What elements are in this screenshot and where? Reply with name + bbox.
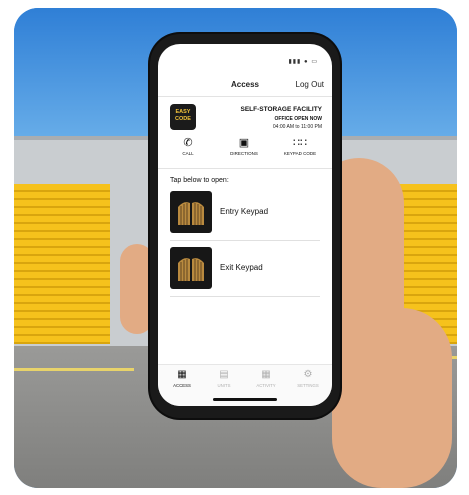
gate-icon (170, 247, 212, 289)
hand-wrist (332, 308, 452, 488)
logout-button[interactable]: Log Out (296, 80, 324, 89)
map-icon: ▣ (238, 137, 250, 149)
tab-access[interactable]: ▦ ACCESS (162, 369, 202, 388)
home-indicator (213, 398, 277, 401)
entry-keypad-label: Entry Keypad (220, 207, 269, 216)
phone: ▮▮▮ ● ▭ Access Log Out EASY CODE SELF-ST… (150, 34, 340, 418)
background-photo: ▮▮▮ ● ▭ Access Log Out EASY CODE SELF-ST… (14, 8, 457, 488)
facility-name: SELF-STORAGE FACILITY (240, 106, 323, 113)
tab-settings[interactable]: ⚙ SETTINGS (288, 369, 328, 388)
tab-access-label: ACCESS (173, 383, 191, 388)
exit-keypad-label: Exit Keypad (220, 263, 263, 272)
call-label: CALL (182, 151, 194, 156)
logo-text: EASY (175, 109, 191, 115)
directions-label: DIRECTIONS (230, 151, 258, 156)
app-header: Access Log Out (158, 76, 332, 96)
office-hours: 04:00 AM to 11:00 PM (272, 124, 322, 130)
keypad-icon: ∷∷ (293, 137, 307, 149)
tab-activity[interactable]: ▦ ACTIVITY (246, 369, 286, 388)
divider (158, 168, 332, 169)
tab-units-label: UNITS (217, 383, 231, 388)
directions-button[interactable]: ▣ DIRECTIONS (224, 136, 264, 156)
tab-units[interactable]: ▤ UNITS (204, 369, 244, 388)
storage-door-left (14, 184, 110, 344)
call-button[interactable]: ✆ CALL (168, 136, 208, 156)
tab-activity-label: ACTIVITY (256, 383, 276, 388)
keypad-code-label: KEYPAD CODE (283, 151, 317, 156)
hand-thumb (120, 244, 154, 334)
parking-line (14, 368, 134, 371)
divider (158, 96, 332, 97)
gate-icon (170, 191, 212, 233)
phone-screen: ▮▮▮ ● ▭ Access Log Out EASY CODE SELF-ST… (158, 44, 332, 406)
divider (170, 296, 320, 297)
divider (170, 240, 320, 241)
phone-icon: ✆ (183, 137, 193, 149)
exit-keypad-button[interactable]: Exit Keypad (170, 247, 320, 291)
open-prompt: Tap below to open: (170, 177, 229, 184)
logo-text: CODE (175, 116, 191, 122)
easy-code-logo: EASY CODE (170, 104, 196, 130)
activity-icon: ▦ (261, 369, 271, 380)
entry-keypad-button[interactable]: Entry Keypad (170, 191, 320, 235)
tab-settings-label: SETTINGS (297, 383, 319, 388)
settings-icon: ⚙ (303, 369, 313, 380)
keypad-code-button[interactable]: ∷∷ KEYPAD CODE (280, 136, 320, 156)
access-icon: ▦ (177, 369, 187, 380)
office-status: OFFICE OPEN NOW (274, 116, 323, 122)
status-bar: ▮▮▮ ● ▭ (288, 59, 318, 65)
units-icon: ▤ (219, 369, 229, 380)
